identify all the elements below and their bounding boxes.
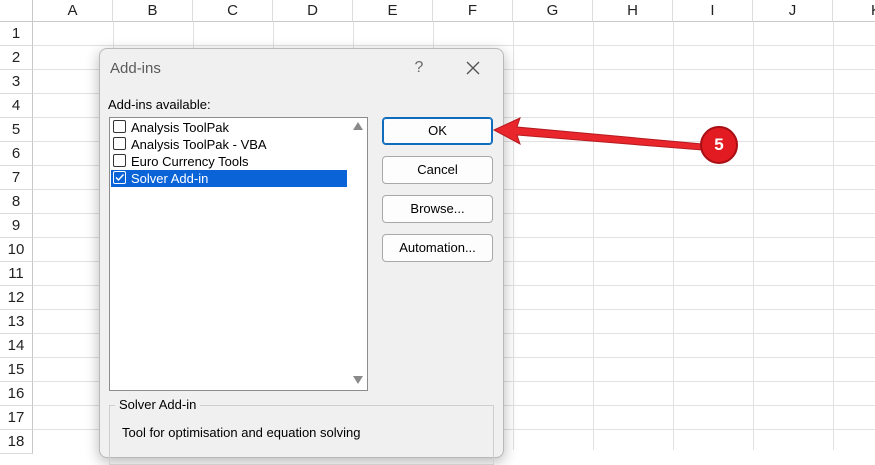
- row-header-15[interactable]: 15: [0, 358, 33, 382]
- row-header-13[interactable]: 13: [0, 310, 33, 334]
- row-header-6[interactable]: 6: [0, 142, 33, 166]
- grid-line: [833, 22, 834, 450]
- checkmark-icon: [115, 174, 125, 182]
- add-ins-available-label: Add-ins available:: [108, 97, 211, 112]
- select-all-corner[interactable]: [0, 0, 33, 22]
- row-header-18[interactable]: 18: [0, 430, 33, 454]
- list-item-label: Analysis ToolPak: [131, 120, 230, 135]
- scroll-up-icon[interactable]: [353, 122, 363, 130]
- grid-line: [753, 22, 754, 450]
- automation-button[interactable]: Automation...: [382, 234, 493, 262]
- grid-line: [593, 22, 594, 450]
- list-item-euro-currency-tools[interactable]: Euro Currency Tools: [111, 153, 347, 170]
- checkbox[interactable]: [113, 120, 126, 133]
- grid-line: [33, 45, 875, 46]
- column-header-h[interactable]: H: [593, 0, 673, 22]
- ok-button[interactable]: OK: [382, 117, 493, 145]
- row-header-17[interactable]: 17: [0, 406, 33, 430]
- row-header-12[interactable]: 12: [0, 286, 33, 310]
- row-header-2[interactable]: 2: [0, 46, 33, 70]
- checkbox[interactable]: [113, 137, 126, 150]
- grid-line: [513, 22, 514, 450]
- description-text: Tool for optimisation and equation solvi…: [122, 425, 361, 440]
- add-ins-dialog: Add-ins ? Add-ins available: Analysis To…: [99, 48, 504, 465]
- list-item-analysis-toolpak[interactable]: Analysis ToolPak: [111, 119, 347, 136]
- grid-line: [673, 22, 674, 450]
- scroll-down-icon[interactable]: [353, 376, 363, 384]
- row-header-9[interactable]: 9: [0, 214, 33, 238]
- row-header-10[interactable]: 10: [0, 238, 33, 262]
- annotation-arrow: [492, 117, 703, 151]
- column-header-d[interactable]: D: [273, 0, 353, 22]
- column-header-c[interactable]: C: [193, 0, 273, 22]
- description-title: Solver Add-in: [115, 397, 201, 412]
- row-header-16[interactable]: 16: [0, 382, 33, 406]
- column-header-e[interactable]: E: [353, 0, 433, 22]
- row-header-5[interactable]: 5: [0, 118, 33, 142]
- list-item-label: Euro Currency Tools: [131, 154, 249, 169]
- row-header-4[interactable]: 4: [0, 94, 33, 118]
- column-header-k[interactable]: K: [833, 0, 875, 22]
- column-header-i[interactable]: I: [673, 0, 753, 22]
- column-header-a[interactable]: A: [33, 0, 113, 22]
- column-header-f[interactable]: F: [433, 0, 513, 22]
- row-header-3[interactable]: 3: [0, 70, 33, 94]
- row-header-7[interactable]: 7: [0, 166, 33, 190]
- cancel-button[interactable]: Cancel: [382, 156, 493, 184]
- add-ins-listbox[interactable]: Analysis ToolPak Analysis ToolPak - VBA …: [109, 117, 368, 391]
- step-number-badge: 5: [700, 126, 738, 164]
- row-header-1[interactable]: 1: [0, 22, 33, 46]
- list-item-label: Solver Add-in: [131, 171, 209, 186]
- dialog-title: Add-ins: [110, 60, 161, 77]
- close-button[interactable]: [463, 58, 483, 78]
- checkbox-checked[interactable]: [113, 171, 126, 184]
- list-item-solver-add-in[interactable]: Solver Add-in: [111, 170, 347, 187]
- list-item-analysis-toolpak-vba[interactable]: Analysis ToolPak - VBA: [111, 136, 347, 153]
- vertical-scrollbar[interactable]: [349, 118, 367, 390]
- row-header-14[interactable]: 14: [0, 334, 33, 358]
- checkbox[interactable]: [113, 154, 126, 167]
- close-icon: [466, 61, 480, 75]
- browse-button[interactable]: Browse...: [382, 195, 493, 223]
- column-header-g[interactable]: G: [513, 0, 593, 22]
- row-header-11[interactable]: 11: [0, 262, 33, 286]
- column-header-j[interactable]: J: [753, 0, 833, 22]
- help-button[interactable]: ?: [411, 57, 427, 79]
- column-header-b[interactable]: B: [113, 0, 193, 22]
- list-item-label: Analysis ToolPak - VBA: [131, 137, 267, 152]
- row-header-8[interactable]: 8: [0, 190, 33, 214]
